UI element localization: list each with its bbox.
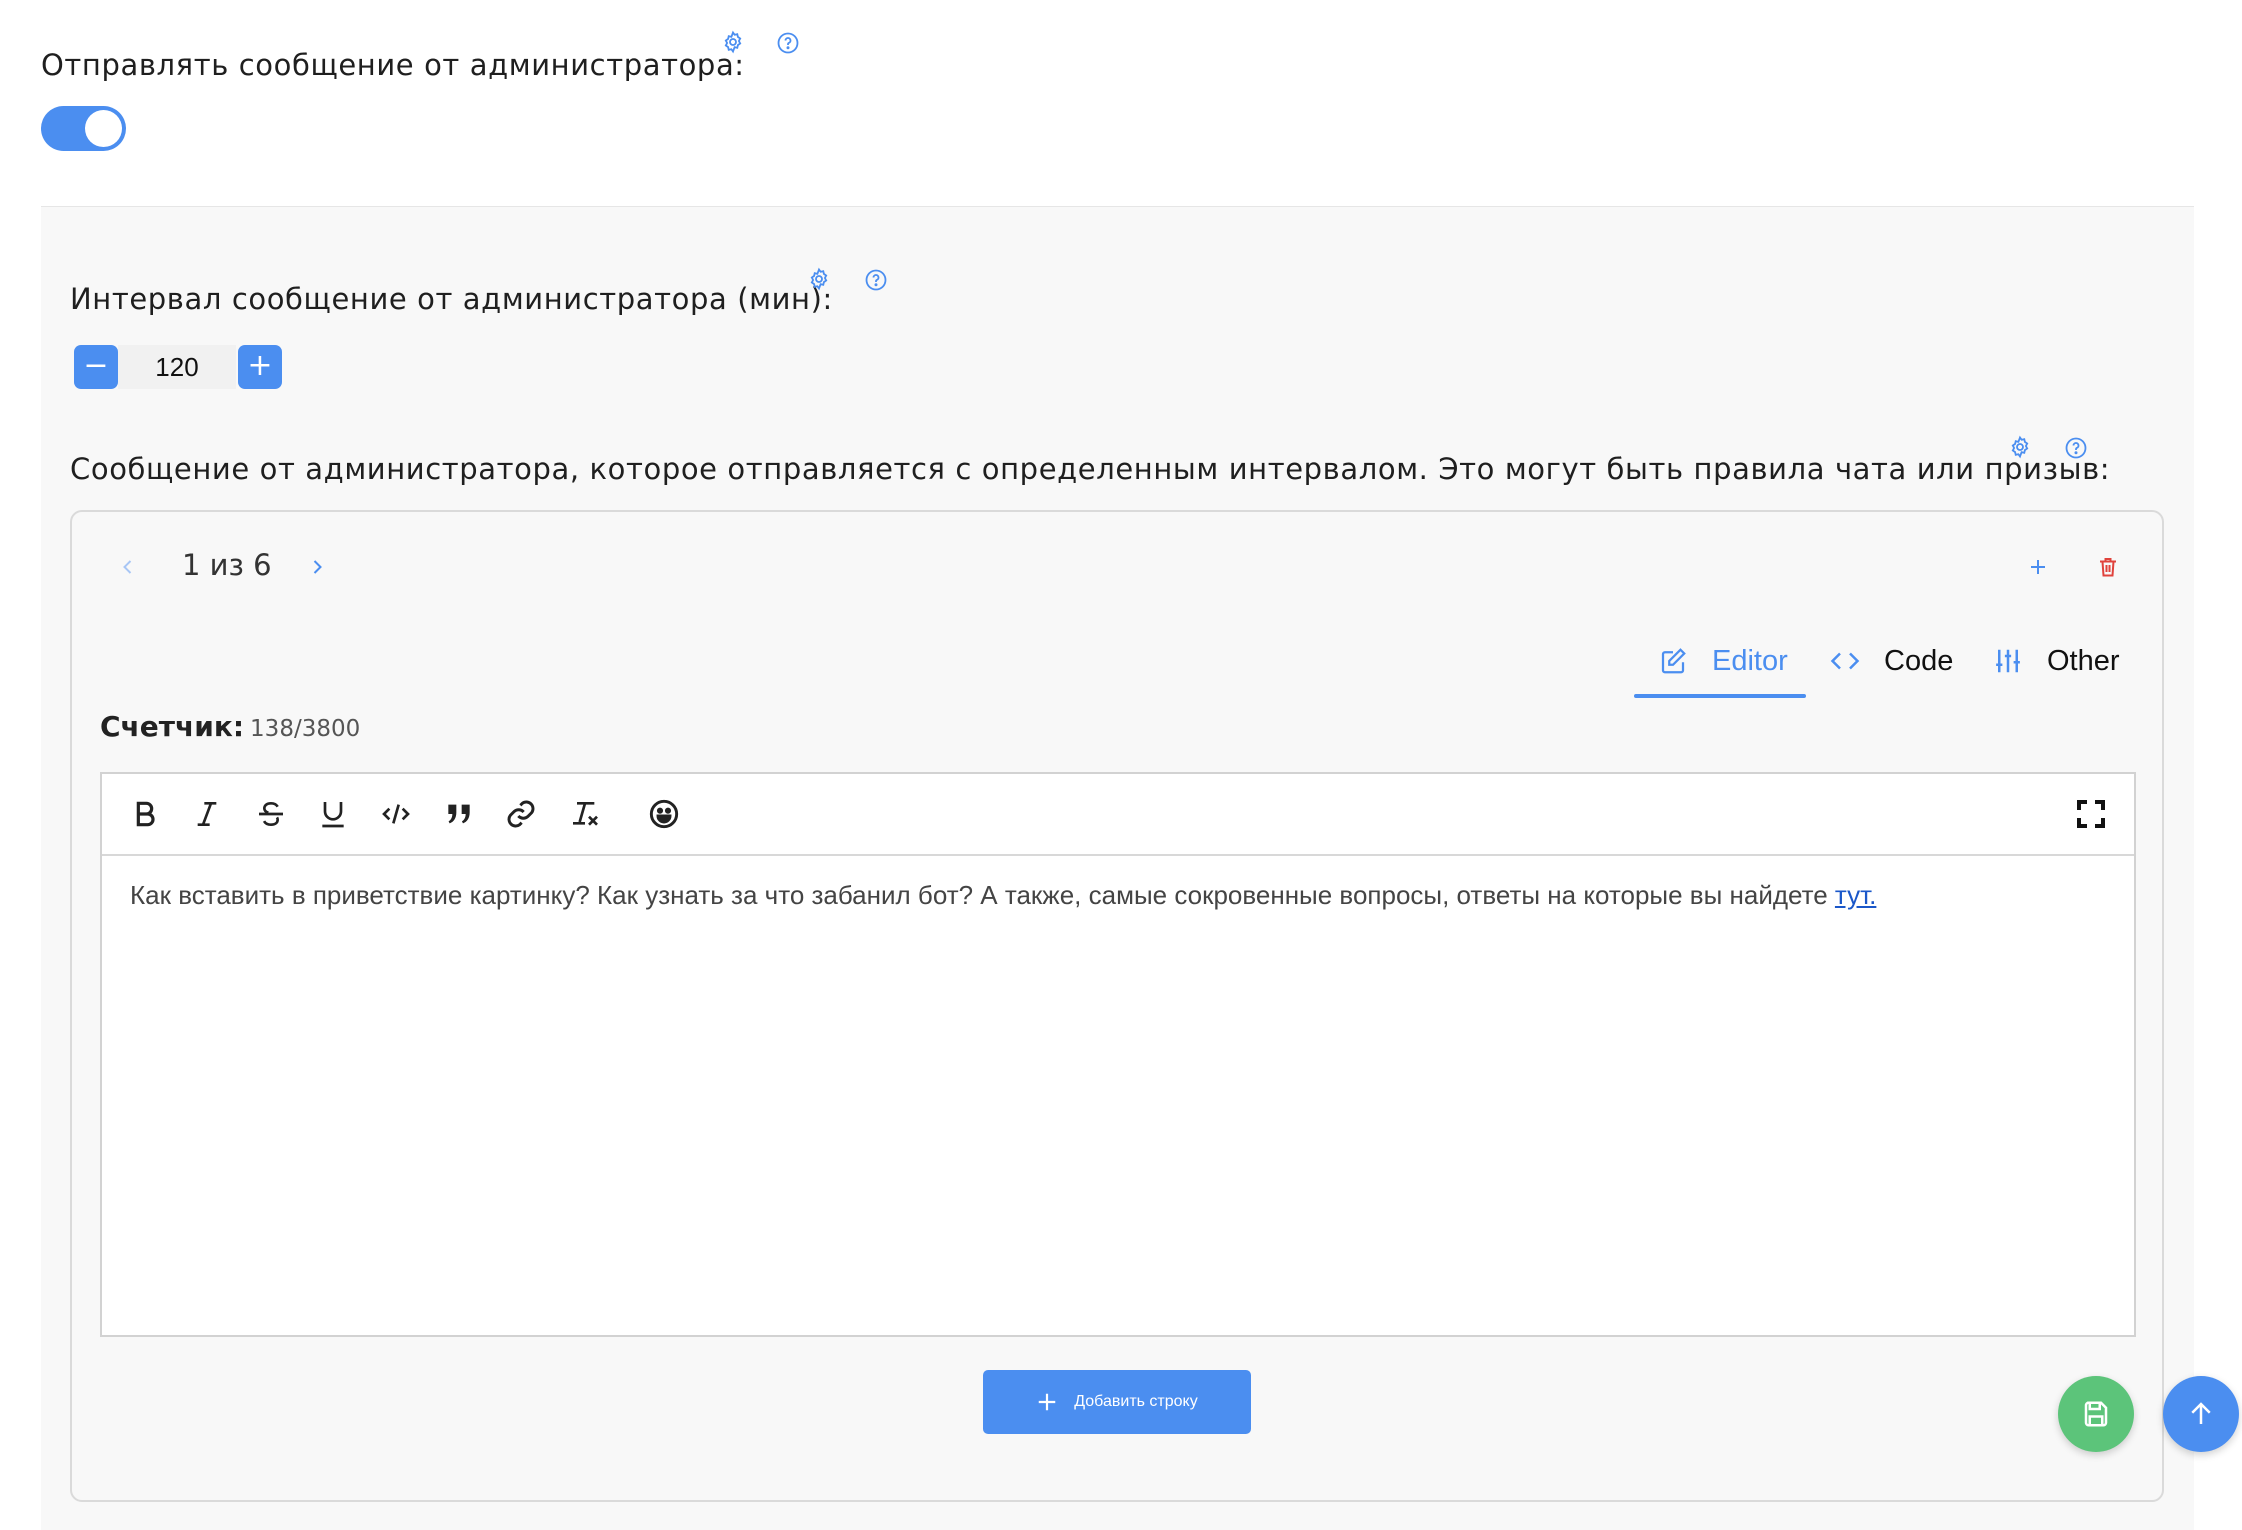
chevron-left-icon[interactable] <box>116 555 140 579</box>
help-icon[interactable] <box>864 268 888 292</box>
send-admin-message-label: Отправлять сообщение от администратора: <box>41 48 745 82</box>
code-icon[interactable] <box>379 797 413 831</box>
char-counter: Счетчик: 138/3800 <box>100 710 360 743</box>
pager-indicator: 1 из 6 <box>182 548 272 582</box>
link-icon[interactable] <box>504 797 538 831</box>
active-tab-underline <box>1634 694 1806 698</box>
code-icon <box>1830 646 1860 676</box>
message-label: Сообщение от администратора, которое отп… <box>70 452 2111 486</box>
gear-icon[interactable] <box>2008 435 2032 459</box>
counter-value: 138/3800 <box>250 716 361 742</box>
gear-icon[interactable] <box>807 267 831 291</box>
plus-icon <box>1036 1391 1058 1413</box>
gear-icon[interactable] <box>721 30 745 54</box>
editor-toolbar <box>102 774 2134 856</box>
add-row-label: Добавить строку <box>1074 1393 1198 1410</box>
bold-icon[interactable] <box>128 797 162 831</box>
sliders-icon <box>1993 646 2023 676</box>
edit-icon <box>1658 646 1688 676</box>
decrement-button[interactable]: − <box>74 345 118 389</box>
fullscreen-icon[interactable] <box>2074 797 2108 831</box>
strikethrough-icon[interactable] <box>254 797 288 831</box>
chevron-right-icon[interactable] <box>305 555 329 579</box>
tab-editor-label: Editor <box>1712 645 1788 677</box>
help-icon[interactable] <box>776 31 800 55</box>
editor-text: Как вставить в приветствие картинку? Как… <box>130 880 1835 910</box>
interval-label: Интервал сообщение от администратора (ми… <box>70 282 833 316</box>
counter-label: Счетчик: <box>100 710 245 743</box>
send-admin-message-toggle[interactable] <box>41 106 126 151</box>
save-icon <box>2084 1401 2108 1427</box>
increment-button[interactable]: + <box>238 345 282 389</box>
scroll-to-top-button[interactable] <box>2163 1376 2239 1452</box>
editor-content[interactable]: Как вставить в приветствие картинку? Как… <box>130 880 1876 911</box>
tab-other-label: Other <box>2047 645 2120 677</box>
help-icon[interactable] <box>2064 436 2088 460</box>
arrow-up-icon <box>2191 1402 2211 1424</box>
editor-link[interactable]: тут. <box>1835 880 1876 910</box>
italic-icon[interactable] <box>190 797 224 831</box>
tab-code[interactable]: Code <box>1830 640 1953 682</box>
interval-input[interactable]: 120 <box>118 345 236 389</box>
save-button[interactable] <box>2058 1376 2134 1452</box>
tab-other[interactable]: Other <box>1993 640 2120 682</box>
plus-icon[interactable] <box>2026 555 2050 579</box>
trash-icon[interactable] <box>2096 555 2120 579</box>
tab-editor[interactable]: Editor <box>1658 640 1788 682</box>
rich-text-editor[interactable] <box>100 772 2136 1337</box>
add-row-button[interactable]: Добавить строку <box>983 1370 1251 1434</box>
clear-format-icon[interactable] <box>568 797 602 831</box>
underline-icon[interactable] <box>316 797 350 831</box>
quote-icon[interactable] <box>442 797 476 831</box>
toggle-knob <box>85 110 122 147</box>
emoji-icon[interactable] <box>647 797 681 831</box>
tab-code-label: Code <box>1884 645 1954 677</box>
